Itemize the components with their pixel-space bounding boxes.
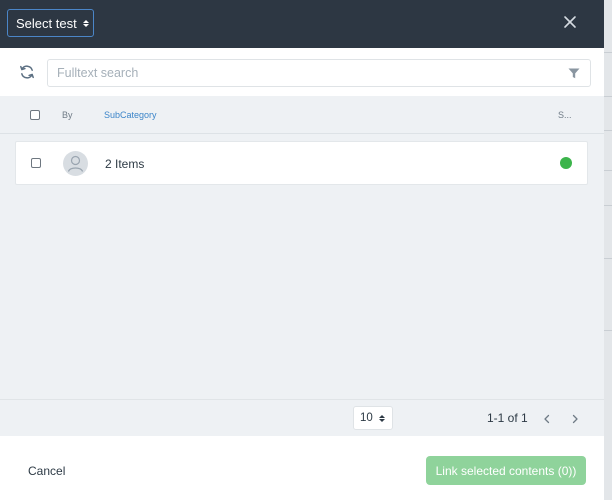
page-size-select[interactable]: 10 [353, 406, 393, 430]
column-header-by: By [62, 110, 73, 120]
row-title: 2 Items [105, 157, 145, 171]
close-icon[interactable] [560, 12, 580, 32]
table-header: By SubCategory S... [0, 96, 604, 134]
user-avatar-icon [63, 151, 88, 176]
status-indicator [560, 157, 572, 169]
search-toolbar [0, 48, 604, 96]
chevron-left-icon[interactable] [540, 412, 554, 426]
fulltext-search-input[interactable] [48, 60, 558, 86]
table-row[interactable]: 2 Items [15, 141, 588, 185]
refresh-icon[interactable] [19, 64, 35, 80]
modal-footer: Cancel Link selected contents (0)) [0, 436, 604, 500]
page-backdrop [604, 0, 612, 500]
select-content-modal: Select test By SubCategory S... [0, 0, 604, 500]
chevron-right-icon[interactable] [568, 412, 582, 426]
pagination-bar: 10 1-1 of 1 [0, 399, 604, 436]
filter-icon[interactable] [568, 68, 580, 79]
column-header-status: S... [558, 110, 572, 120]
select-test-dropdown[interactable]: Select test [7, 9, 94, 37]
sort-caret-icon [378, 414, 385, 422]
page-size-value: 10 [360, 412, 373, 424]
page-range: 1-1 of 1 [487, 411, 528, 425]
content-list: By SubCategory S... 2 Items [0, 96, 604, 399]
row-checkbox[interactable] [31, 158, 41, 168]
link-selected-contents-button[interactable]: Link selected contents (0)) [426, 456, 586, 485]
select-test-label: Select test [16, 15, 77, 31]
sort-caret-icon [82, 19, 89, 27]
select-all-checkbox[interactable] [30, 110, 40, 120]
search-field [47, 59, 591, 87]
cancel-button[interactable]: Cancel [28, 464, 65, 478]
column-header-subcategory[interactable]: SubCategory [104, 110, 157, 120]
modal-header: Select test [0, 0, 604, 48]
